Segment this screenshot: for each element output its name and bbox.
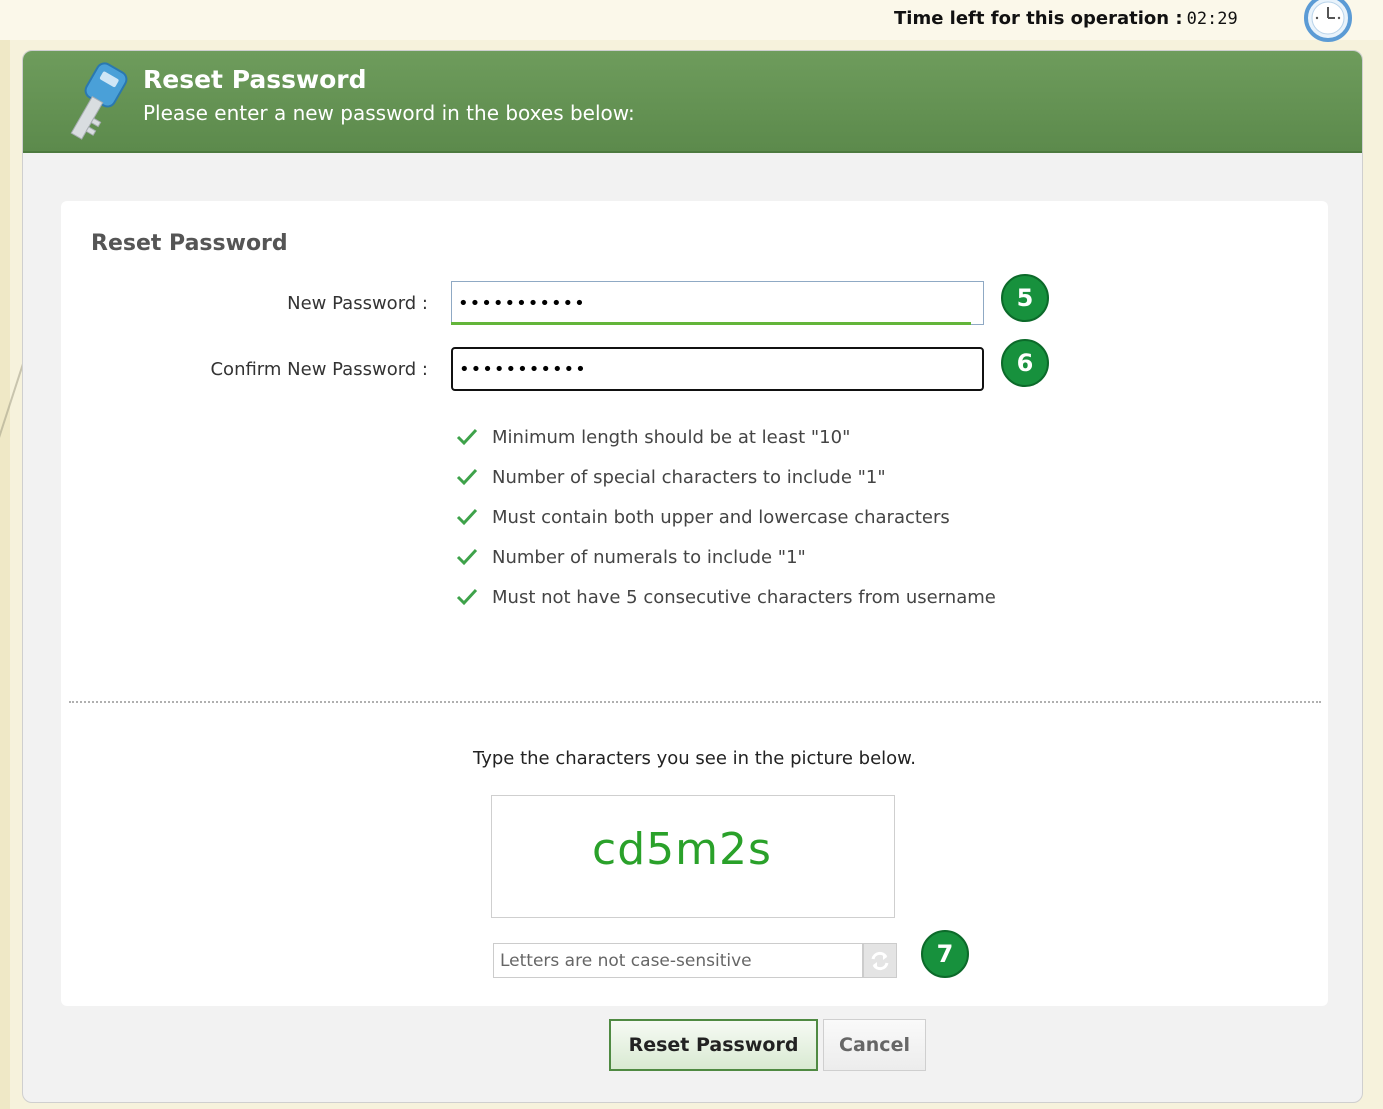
timer-label: Time left for this operation :	[894, 8, 1183, 29]
check-icon	[456, 548, 478, 566]
header-title: Reset Password	[143, 65, 367, 94]
rule-item: Number of numerals to include "1"	[454, 537, 996, 577]
header-subtitle: Please enter a new password in the boxes…	[143, 101, 635, 125]
rule-text: Number of special characters to include …	[492, 466, 886, 488]
form-card: Reset Password New Password : 5 Confirm …	[61, 201, 1328, 1006]
new-password-label: New Password :	[287, 293, 428, 314]
reset-password-button[interactable]: Reset Password	[609, 1019, 818, 1071]
captcha-prompt: Type the characters you see in the pictu…	[473, 748, 916, 769]
clock-icon	[1304, 0, 1352, 42]
left-background-strip	[0, 0, 10, 1109]
rule-item: Minimum length should be at least "10"	[454, 417, 996, 457]
captcha-image: cd5m2s	[491, 795, 895, 918]
timer-bar: Time left for this operation :02:29	[0, 0, 1383, 42]
refresh-icon	[871, 951, 889, 970]
rule-text: Must contain both upper and lowercase ch…	[492, 506, 950, 528]
step-badge-5: 5	[1001, 274, 1049, 322]
rule-text: Number of numerals to include "1"	[492, 546, 806, 568]
rule-item: Must not have 5 consecutive characters f…	[454, 577, 996, 617]
rule-item: Must contain both upper and lowercase ch…	[454, 497, 996, 537]
step-badge-7: 7	[921, 930, 969, 978]
captcha-image-text: cd5m2s	[592, 824, 772, 875]
check-icon	[456, 428, 478, 446]
timer-text: Time left for this operation :02:29	[894, 8, 1238, 29]
new-password-input[interactable]	[451, 281, 984, 325]
password-strength-bar	[451, 322, 971, 325]
check-icon	[456, 468, 478, 486]
captcha-input[interactable]	[493, 943, 863, 978]
key-icon	[70, 62, 128, 140]
form-title: Reset Password	[91, 231, 288, 256]
rule-text: Minimum length should be at least "10"	[492, 426, 851, 448]
reset-password-panel: Reset Password Please enter a new passwo…	[22, 50, 1363, 1103]
captcha-refresh-button[interactable]	[863, 943, 897, 978]
check-icon	[456, 588, 478, 606]
confirm-password-input[interactable]	[451, 347, 984, 391]
password-rules-list: Minimum length should be at least "10" N…	[454, 417, 996, 617]
check-icon	[456, 508, 478, 526]
step-badge-6: 6	[1001, 339, 1049, 387]
rule-item: Number of special characters to include …	[454, 457, 996, 497]
section-divider	[69, 701, 1321, 703]
panel-header: Reset Password Please enter a new passwo…	[23, 51, 1362, 153]
timer-value: 02:29	[1186, 9, 1238, 29]
cancel-button[interactable]: Cancel	[823, 1019, 926, 1071]
rule-text: Must not have 5 consecutive characters f…	[492, 586, 996, 608]
confirm-password-label: Confirm New Password :	[210, 359, 428, 380]
